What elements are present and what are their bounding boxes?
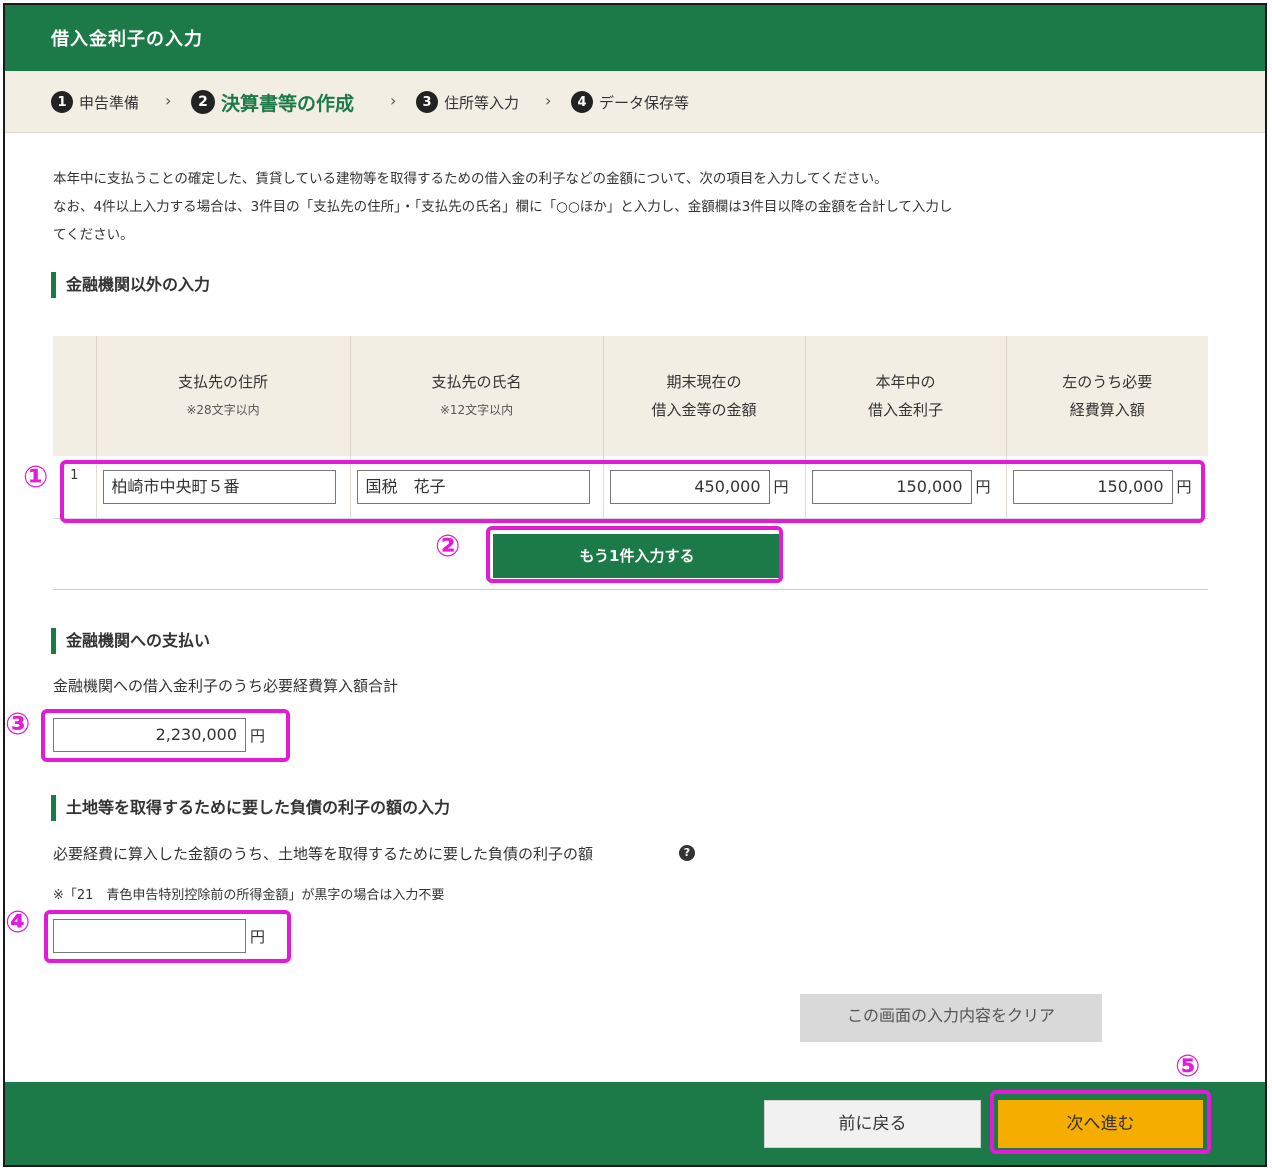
step-number-badge: 4	[571, 91, 593, 113]
chevron-right-icon: ›	[545, 91, 552, 110]
clear-inputs-button[interactable]: この画面の入力内容をクリア	[800, 994, 1102, 1042]
step-3: 3 住所等入力	[416, 71, 519, 133]
column-title: 経費算入額	[1069, 401, 1145, 419]
step-1: 1 申告準備	[51, 71, 139, 133]
app-window: 借入金利子の入力 1 申告準備 › 2 決算書等の作成 › 3 住所等入力 › …	[3, 3, 1267, 1167]
step-number-badge: 1	[51, 91, 73, 113]
step-label: データ保存等	[599, 93, 690, 112]
column-title: 本年中の	[875, 373, 936, 391]
back-button[interactable]: 前に戻る	[764, 1100, 981, 1148]
step-label: 申告準備	[79, 93, 140, 112]
page-title: 借入金利子の入力	[51, 29, 203, 50]
help-icon[interactable]: ?	[679, 845, 695, 861]
section-heading-non-financial: 金融機関以外の入力	[51, 272, 210, 298]
column-note: ※28文字以内	[186, 403, 260, 417]
instructions-line: てください。	[53, 227, 134, 243]
step-4: 4 データ保存等	[571, 71, 689, 133]
step-progress-bar: 1 申告準備 › 2 決算書等の作成 › 3 住所等入力 › 4 データ保存等	[5, 71, 1265, 133]
chevron-right-icon: ›	[390, 91, 397, 110]
highlight-box-3	[41, 709, 290, 762]
app-header: 借入金利子の入力	[5, 5, 1265, 71]
instructions-line: 本年中に支払うことの確定した、賃貸している建物等を取得するための借入金の利子など…	[53, 171, 888, 187]
instructions-text: 本年中に支払うことの確定した、賃貸している建物等を取得するための借入金の利子など…	[53, 165, 1153, 249]
section-divider	[53, 589, 1208, 590]
column-title: 期末現在の	[666, 373, 742, 391]
callout-4: ④	[5, 905, 31, 940]
column-title: 左のうち必要	[1062, 373, 1153, 391]
callout-2: ②	[435, 529, 461, 564]
column-title: 支払先の住所	[177, 373, 268, 391]
table-header-row: 支払先の住所 ※28文字以内 支払先の氏名 ※12文字以内 期末現在の 借入金等…	[53, 336, 1208, 456]
callout-3: ③	[5, 707, 31, 742]
callout-5: ⑤	[1175, 1049, 1201, 1084]
highlight-box-1	[60, 460, 1205, 523]
land-interest-note: ※「21 青色申告特別控除前の所得金額」が黒字の場合は入力不要	[53, 888, 445, 903]
step-number-badge: 3	[416, 91, 438, 113]
column-header-address: 支払先の住所 ※28文字以内	[96, 336, 351, 456]
section-heading-financial: 金融機関への支払い	[51, 628, 210, 654]
column-title: 支払先の氏名	[431, 373, 522, 391]
highlight-box-2	[486, 526, 783, 583]
column-header-row-number	[53, 336, 97, 456]
column-header-expense: 左のうち必要 経費算入額	[1006, 336, 1208, 456]
highlight-box-5	[990, 1090, 1211, 1154]
step-label: 決算書等の作成	[221, 92, 355, 115]
step-label: 住所等入力	[444, 93, 520, 112]
column-header-balance: 期末現在の 借入金等の金額	[603, 336, 806, 456]
column-header-name: 支払先の氏名 ※12文字以内	[350, 336, 604, 456]
section-heading-land-interest: 土地等を取得するために要した負債の利子の額の入力	[51, 795, 450, 821]
instructions-line: なお、4件以上入力する場合は、3件目の「支払先の住所」・「支払先の氏名」欄に「○…	[53, 199, 953, 215]
step-2-current: 2 決算書等の作成	[191, 71, 354, 133]
land-interest-label: 必要経費に算入した金額のうち、土地等を取得するために要した負債の利子の額	[53, 845, 594, 863]
step-number-badge: 2	[191, 90, 215, 114]
column-note: ※12文字以内	[439, 403, 514, 417]
column-header-interest: 本年中の 借入金利子	[805, 336, 1007, 456]
callout-1: ①	[23, 460, 49, 495]
column-title: 借入金利子	[867, 401, 943, 419]
highlight-box-4	[44, 910, 291, 963]
financial-total-label: 金融機関への借入金利子のうち必要経費算入額合計	[53, 677, 399, 695]
column-title: 借入金等の金額	[651, 401, 757, 419]
chevron-right-icon: ›	[165, 91, 172, 110]
